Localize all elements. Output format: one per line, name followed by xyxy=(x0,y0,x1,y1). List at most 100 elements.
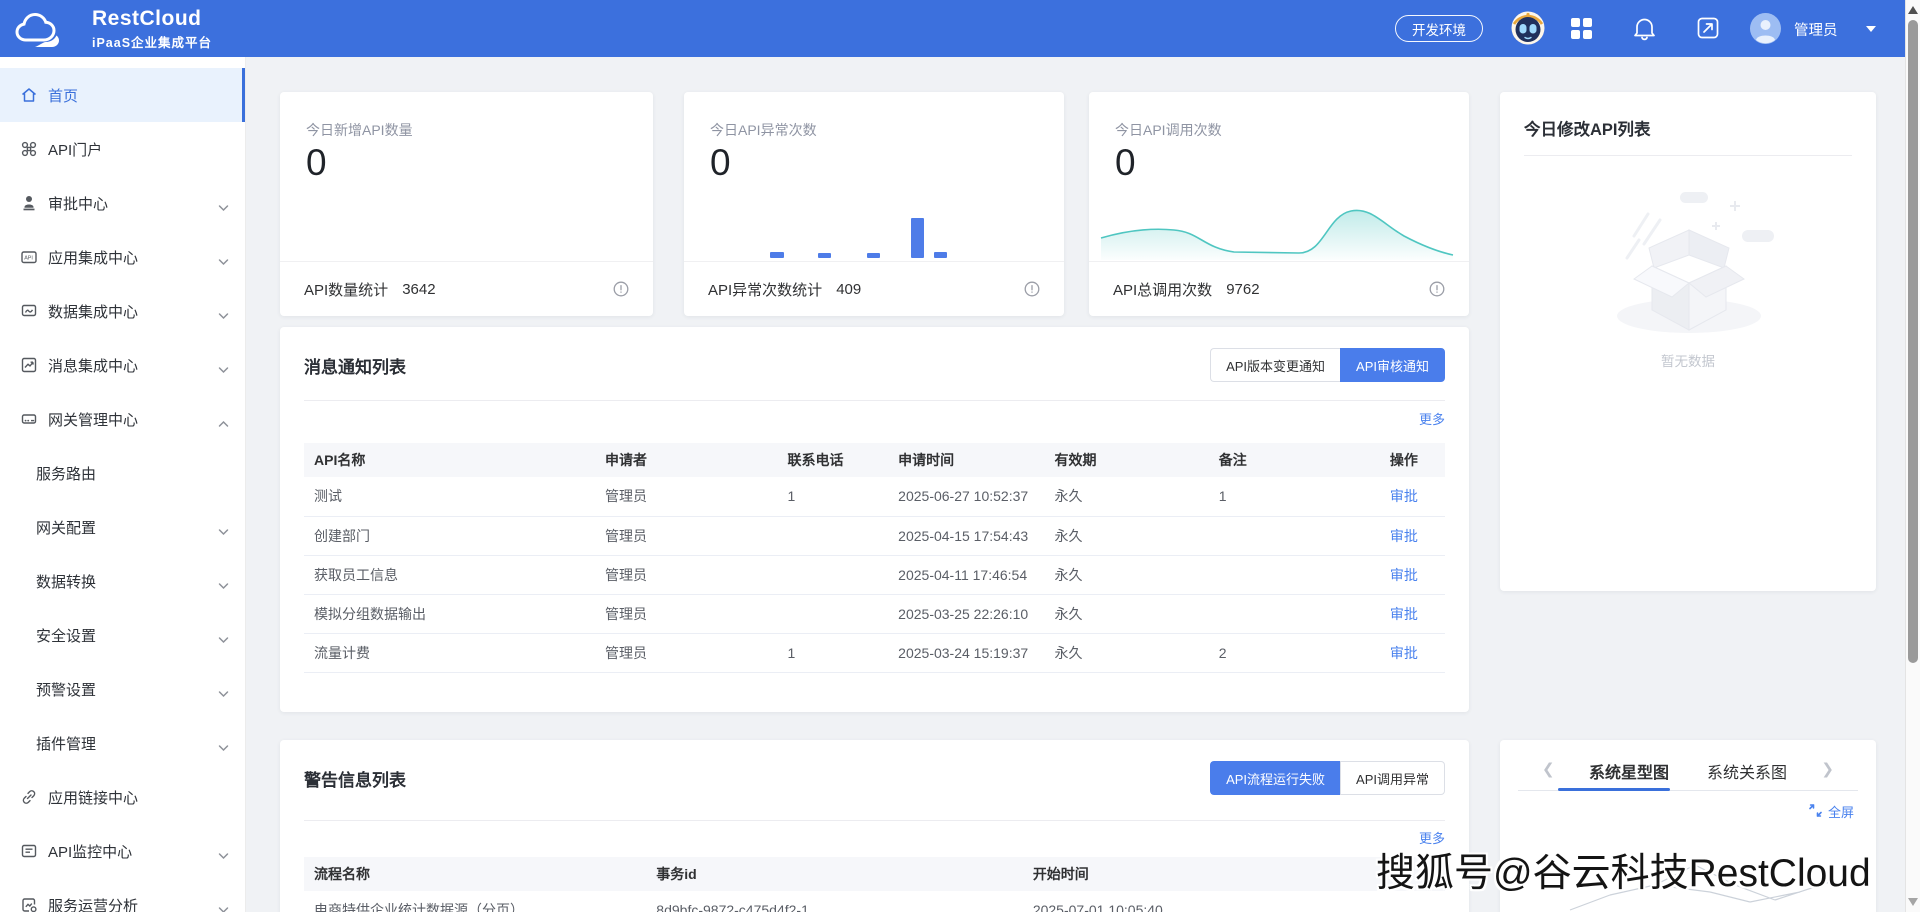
chevron-down-icon xyxy=(218,307,229,324)
sidebar-item-api-monitor-center[interactable]: API监控中心 xyxy=(0,824,245,878)
table-row: 电商特供企业统计数据源（分页） 8d9bfc-9872-c475d4f2-1 2… xyxy=(304,891,1445,912)
col-header: 备注 xyxy=(1209,443,1380,477)
cell-apply-time: 2025-04-15 17:54:43 xyxy=(888,516,1044,555)
stat-card-new-api: 今日新增API数量 0 API数量统计 3642 xyxy=(280,92,653,316)
table-row: 创建部门 管理员 2025-04-15 17:54:43 永久 审批 xyxy=(304,516,1445,555)
monitor-icon xyxy=(20,842,38,860)
scroll-down-arrow-icon[interactable] xyxy=(1908,898,1918,906)
footer-label: API异常次数统计 xyxy=(708,279,822,300)
sidebar-item-home[interactable]: 首页 xyxy=(0,68,245,122)
apps-grid-icon[interactable] xyxy=(1571,18,1592,44)
sidebar-item-service-route[interactable]: 服务路由 xyxy=(0,446,245,500)
sidebar-item-api-portal[interactable]: API门户 xyxy=(0,122,245,176)
footer-label: API数量统计 xyxy=(304,279,388,300)
fullscreen-label: 全屏 xyxy=(1828,802,1854,821)
approve-link[interactable]: 审批 xyxy=(1390,488,1418,504)
col-header: 开始时间 xyxy=(1023,857,1445,891)
stat-card-title: 今日API异常次数 xyxy=(710,120,817,140)
sidebar-item-approval-center[interactable]: 审批中心 xyxy=(0,176,245,230)
cell-validity: 永久 xyxy=(1044,633,1208,672)
more-link[interactable]: 更多 xyxy=(1419,828,1445,847)
sidebar-item-message-integration[interactable]: 消息集成中心 xyxy=(0,338,245,392)
api-box-icon: API xyxy=(20,248,38,266)
bell-icon[interactable] xyxy=(1633,16,1656,46)
info-circle-icon[interactable] xyxy=(1429,281,1445,297)
env-badge[interactable]: 开发环境 xyxy=(1395,15,1483,42)
chevron-down-icon xyxy=(218,631,229,648)
sidebar-item-service-analysis[interactable]: 服务运营分析 xyxy=(0,878,245,912)
cell-note xyxy=(1209,516,1380,555)
panel-title: 消息通知列表 xyxy=(304,353,406,378)
col-header: 操作 xyxy=(1380,443,1445,477)
message-integration-icon xyxy=(20,356,38,374)
sidebar-item-label: API监控中心 xyxy=(48,841,132,862)
approve-link[interactable]: 审批 xyxy=(1390,567,1418,583)
stat-card-value: 0 xyxy=(710,142,731,184)
stat-card-title: 今日API调用次数 xyxy=(1115,120,1222,140)
tab-api-version-change[interactable]: API版本变更通知 xyxy=(1210,348,1340,382)
scrollbar-thumb[interactable] xyxy=(1908,20,1918,663)
cell-phone: 1 xyxy=(778,477,889,516)
tab-system-star-graph[interactable]: 系统星型图 xyxy=(1589,759,1669,783)
footer-value: 409 xyxy=(836,281,861,298)
scroll-up-arrow-icon[interactable] xyxy=(1908,6,1918,14)
approve-link[interactable]: 审批 xyxy=(1390,645,1418,661)
stat-card-value: 0 xyxy=(306,142,327,184)
info-circle-icon[interactable] xyxy=(1024,281,1040,297)
chevron-down-icon xyxy=(218,523,229,540)
sidebar-item-label: API门户 xyxy=(48,139,102,160)
cell-apply-time: 2025-04-11 17:46:54 xyxy=(888,555,1044,594)
sidebar-item-app-integration[interactable]: API 应用集成中心 xyxy=(0,230,245,284)
fullscreen-icon xyxy=(1809,804,1822,820)
chevron-down-icon xyxy=(218,685,229,702)
fullscreen-button[interactable]: 全屏 xyxy=(1809,802,1854,821)
chevron-down-icon xyxy=(218,199,229,216)
tab-api-review-notice[interactable]: API审核通知 xyxy=(1340,348,1445,382)
page-scrollbar[interactable] xyxy=(1905,0,1920,912)
chevron-right-icon[interactable]: ❯ xyxy=(1821,760,1834,778)
stat-card-footer: API总调用次数 9762 xyxy=(1089,261,1469,316)
brand-subtitle: iPaaS企业集成平台 xyxy=(92,32,212,51)
info-circle-icon[interactable] xyxy=(613,281,629,297)
more-link[interactable]: 更多 xyxy=(1419,409,1445,428)
panel-title: 今日修改API列表 xyxy=(1524,116,1651,140)
sidebar-item-data-integration[interactable]: 数据集成中心 xyxy=(0,284,245,338)
tab-system-relation-graph[interactable]: 系统关系图 xyxy=(1707,759,1787,783)
sidebar-item-app-link-center[interactable]: 应用链接中心 xyxy=(0,770,245,824)
col-header: 申请者 xyxy=(595,443,778,477)
sidebar-item-gateway-config[interactable]: 网关配置 xyxy=(0,500,245,554)
sidebar-item-data-transform[interactable]: 数据转换 xyxy=(0,554,245,608)
stat-card-value: 0 xyxy=(1115,142,1136,184)
chevron-down-icon xyxy=(218,847,229,864)
approval-user-icon xyxy=(20,194,38,212)
empty-box-illustration xyxy=(1594,178,1784,353)
chevron-down-icon xyxy=(218,739,229,756)
sidebar-item-plugin-management[interactable]: 插件管理 xyxy=(0,716,245,770)
chevron-down-icon xyxy=(218,577,229,594)
cell-api-name: 模拟分组数据输出 xyxy=(304,594,595,633)
sidebar-item-alert-settings[interactable]: 预警设置 xyxy=(0,662,245,716)
sidebar-item-gateway-center[interactable]: 网关管理中心 xyxy=(0,392,245,446)
tab-api-flow-failed[interactable]: API流程运行失败 xyxy=(1210,761,1340,795)
stat-card-title: 今日新增API数量 xyxy=(306,120,413,140)
cell-validity: 永久 xyxy=(1044,555,1208,594)
robot-assistant-icon[interactable] xyxy=(1510,10,1546,51)
table-row: 模拟分组数据输出 管理员 2025-03-25 22:26:10 永久 审批 xyxy=(304,594,1445,633)
user-menu[interactable]: 管理员 xyxy=(1794,19,1838,40)
footer-label: API总调用次数 xyxy=(1113,279,1212,300)
avatar[interactable] xyxy=(1750,13,1781,44)
sidebar-item-label: 网关管理中心 xyxy=(48,409,138,430)
tab-api-call-error[interactable]: API调用异常 xyxy=(1340,761,1445,795)
cell-api-name: 创建部门 xyxy=(304,516,595,555)
chevron-down-icon[interactable] xyxy=(1866,26,1876,32)
portal-icon xyxy=(20,140,38,158)
chevron-down-icon xyxy=(218,253,229,270)
share-icon[interactable] xyxy=(1697,17,1719,44)
svg-text:API: API xyxy=(24,256,33,262)
approve-link[interactable]: 审批 xyxy=(1390,606,1418,622)
sidebar-item-security-settings[interactable]: 安全设置 xyxy=(0,608,245,662)
cell-start-time: 2025-07-01 10:05:40 xyxy=(1023,891,1445,912)
col-header: 流程名称 xyxy=(304,857,646,891)
approve-link[interactable]: 审批 xyxy=(1390,528,1418,544)
message-table: API名称 申请者 联系电话 申请时间 有效期 备注 操作 测试 管理员 1 2… xyxy=(304,443,1445,673)
